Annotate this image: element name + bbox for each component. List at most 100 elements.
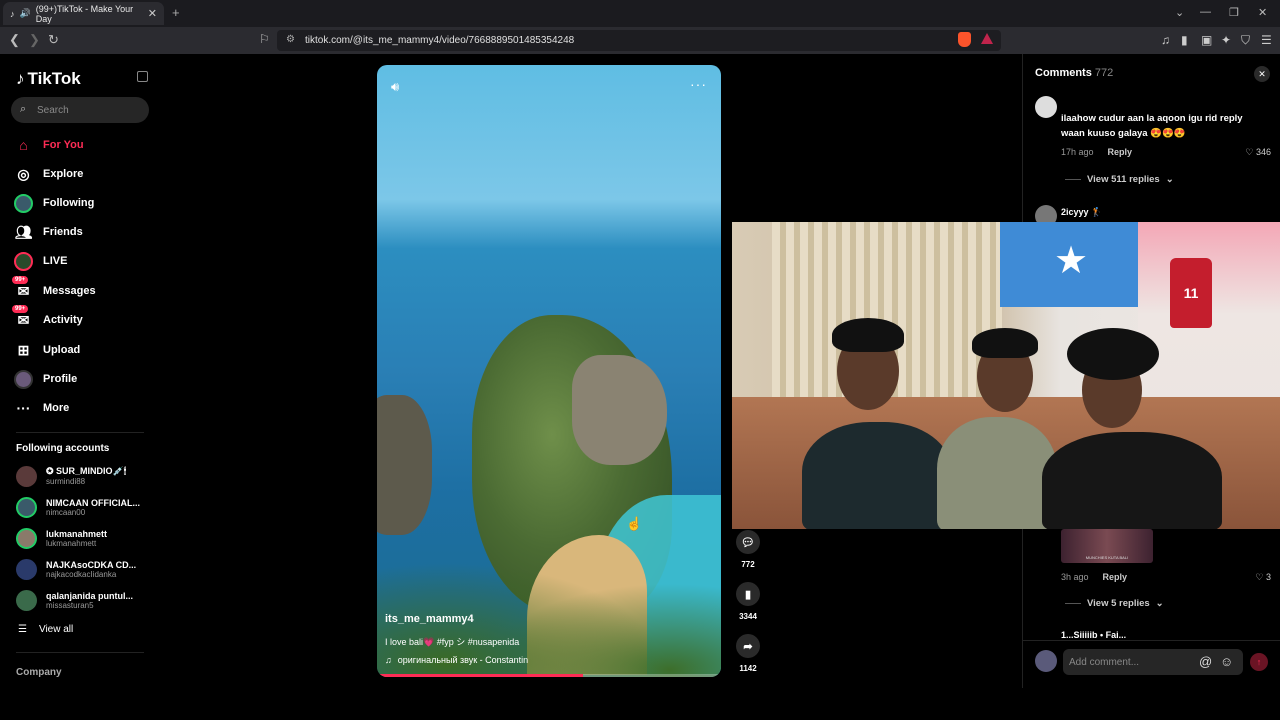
new-tab-button[interactable]: + (172, 5, 180, 20)
nav-messages[interactable]: ✉ 99+ Messages (12, 275, 154, 302)
nav-label: Messages (43, 285, 96, 297)
nav-more[interactable]: ··· More (14, 397, 154, 419)
video-progress-bar[interactable] (377, 674, 721, 677)
comment-author-partial: 1...Siiiiib • Fai... (1061, 630, 1271, 638)
nav-following[interactable]: Following (14, 192, 154, 214)
tab-list-icon[interactable]: ⌄ (1175, 6, 1184, 19)
vpn-icon[interactable]: ⛉ (1241, 33, 1250, 48)
more-options-icon[interactable]: ··· (690, 76, 707, 92)
video-player[interactable]: 🔊︎ ··· its_me_mammy4 I love bali💗 #fyp シ… (377, 65, 721, 677)
person-right (1042, 432, 1222, 529)
emoji-icon[interactable]: ☺ (1220, 654, 1233, 669)
nav-label: LIVE (43, 255, 68, 267)
close-comments-icon[interactable]: ✕ (1254, 66, 1270, 82)
nav-label: Explore (43, 168, 84, 180)
red-jersey: 11 (1170, 258, 1212, 328)
share-icon: ➦ (736, 634, 760, 658)
like-count: 3 (1265, 572, 1271, 582)
music-note-icon: ♫ (385, 655, 392, 665)
forward-icon[interactable]: ❯ (29, 32, 40, 48)
comment-input-row: Add comment... @ ☺ ↑ (1023, 640, 1280, 680)
account-name: qalanjanida puntul... (46, 590, 134, 601)
logo-text: TikTok (27, 69, 81, 88)
share-action[interactable]: ➦ 1142 (736, 634, 760, 673)
video-scene (572, 355, 667, 465)
list-icon: ☰ (18, 624, 27, 635)
mention-icon[interactable]: @ (1199, 654, 1212, 669)
media-icon[interactable]: ♫ (1161, 33, 1170, 47)
volume-icon[interactable]: 🔊︎ (391, 79, 399, 95)
following-account[interactable]: ✪ SUR_MINDIO💉🕯 surmindi88 (16, 464, 146, 488)
live-icon (14, 251, 33, 271)
view-replies-button[interactable]: View 5 replies ⌄ (1065, 598, 1164, 609)
comment-action[interactable]: 💬︎ 772 (736, 530, 760, 569)
avatar (16, 496, 37, 518)
company-link[interactable]: Company (16, 667, 62, 678)
nav-profile[interactable]: Profile (14, 368, 154, 390)
bookmark-icon[interactable]: ⚐ (259, 32, 270, 46)
comment-meta: 17h ago Reply ♡ 346 (1061, 147, 1271, 158)
site-info-icon[interactable]: ⚙ (286, 34, 295, 45)
reply-button[interactable]: Reply (1108, 147, 1133, 158)
nav-label: Profile (43, 373, 78, 385)
nav-for-you[interactable]: ⌂ For You (14, 134, 154, 156)
reply-button[interactable]: Reply (1103, 572, 1128, 583)
following-account[interactable]: lukmanahmett lukmanahmett (16, 526, 146, 550)
activity-icon: ✉ 99+ (12, 304, 33, 330)
search-input[interactable]: ⌕ Search (11, 97, 149, 123)
tiktok-logo[interactable]: ♪ TikTok (16, 69, 81, 89)
like-button[interactable]: ♡ 3 (1255, 572, 1271, 583)
person-middle (937, 417, 1057, 529)
maximize-button[interactable]: ❐ (1229, 6, 1239, 19)
video-username[interactable]: its_me_mammy4 (385, 613, 474, 625)
following-account[interactable]: NAJKAsoCDKA CD... najkacodkacIidanka (16, 557, 146, 581)
url-field[interactable]: ⚙ tiktok.com/@its_me_mammy4/video/766888… (277, 30, 1001, 51)
following-account[interactable]: NIMCAAN OFFICIAL... nimcaan00 (16, 495, 146, 519)
jersey-number: 11 (1183, 285, 1199, 301)
comment-placeholder: Add comment... (1069, 656, 1140, 668)
comment-input[interactable]: Add comment... @ ☺ (1063, 649, 1243, 675)
reload-icon[interactable]: ↻ (48, 32, 59, 48)
avatar[interactable] (1035, 96, 1057, 118)
nav-upload[interactable]: ⊞ Upload (14, 339, 154, 361)
comment-author[interactable]: 2icyyy 🏌 (1061, 207, 1102, 218)
nav-friends[interactable]: 👥︎ Friends (14, 221, 154, 243)
sidebar-icon[interactable]: ▮ (1181, 33, 1188, 47)
view-replies-button[interactable]: View 511 replies ⌄ (1065, 174, 1174, 185)
wallet-icon[interactable]: ▣ (1201, 33, 1212, 47)
progress-fill (377, 674, 584, 677)
avatar (16, 589, 37, 611)
partial-name: 1...Siiiiib • Fai... (1061, 630, 1127, 638)
tab-close-icon[interactable]: ✕ (148, 7, 157, 20)
collapse-sidebar-icon[interactable] (137, 71, 148, 82)
account-handle: najkacodkacIidanka (46, 569, 117, 579)
avatar (16, 465, 37, 487)
chevron-down-icon: ⌄ (1165, 174, 1174, 185)
tiktok-note-icon: ♪ (16, 69, 25, 88)
nav-live[interactable]: LIVE (14, 250, 154, 272)
save-action[interactable]: ▮ 3344 (736, 582, 760, 621)
brave-shields-icon[interactable] (958, 32, 971, 47)
nav-explore[interactable]: ◎ Explore (14, 163, 154, 185)
browser-tab[interactable]: ♪ 🔊 (99+)TikTok - Make Your Day ✕ (3, 2, 164, 25)
menu-icon[interactable]: ☰ (1261, 33, 1272, 47)
minimize-button[interactable]: — (1200, 6, 1211, 18)
nav-activity[interactable]: ✉ 99+ Activity (12, 304, 154, 331)
divider (16, 652, 144, 653)
following-account[interactable]: qalanjanida puntul... missasturan5 (16, 588, 146, 612)
brave-rewards-icon[interactable] (981, 33, 993, 44)
send-button[interactable]: ↑ (1250, 653, 1268, 671)
comment-count: 772 (741, 560, 755, 569)
leo-ai-icon[interactable]: ✦ (1221, 33, 1231, 47)
back-icon[interactable]: ❮ (9, 32, 20, 48)
avatar-icon (14, 193, 33, 213)
profile-icon (14, 369, 33, 389)
video-description: I love bali💗 #fyp シ #nusapenida (385, 637, 520, 647)
somali-flag: ★ (1000, 222, 1138, 307)
close-window-button[interactable]: ✕ (1258, 6, 1267, 19)
like-button[interactable]: ♡ 346 (1245, 147, 1271, 158)
avatar (1035, 650, 1057, 672)
video-sound[interactable]: ♫ оригинальный звук - Constantin (385, 655, 528, 665)
view-all-link[interactable]: ☰ View all (18, 624, 73, 635)
browser-tab-strip: ♪ 🔊 (99+)TikTok - Make Your Day ✕ + ⌄ — … (0, 0, 1280, 27)
